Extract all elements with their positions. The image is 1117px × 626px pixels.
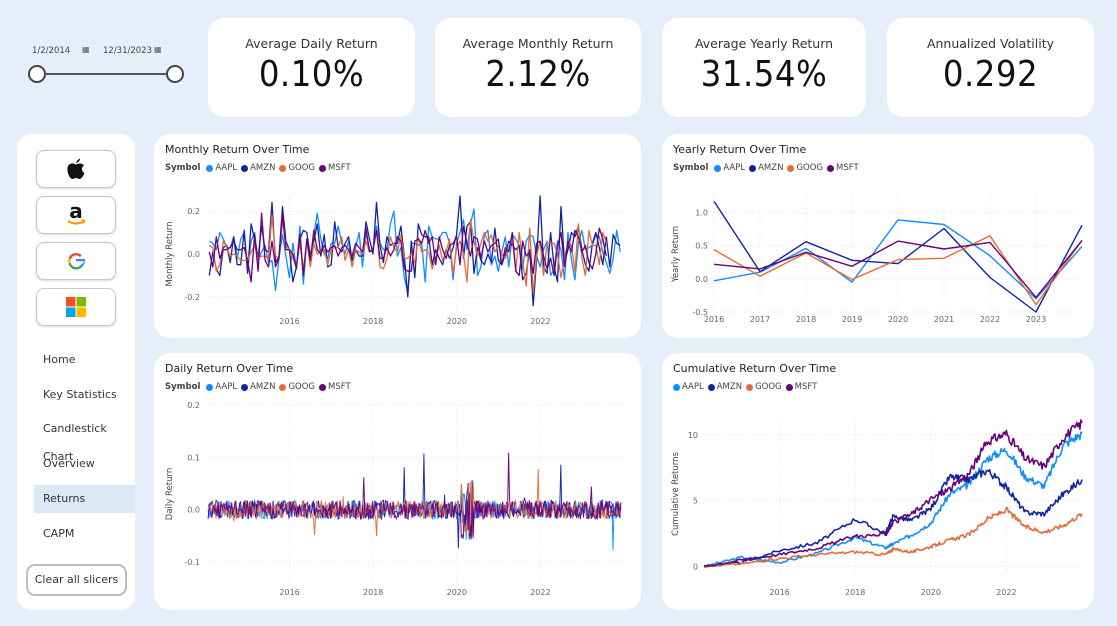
x-tick-label: 2018 <box>796 315 816 324</box>
amazon-logo-icon: a <box>67 199 86 225</box>
x-tick-label: 2022 <box>996 588 1016 597</box>
x-tick-label: 2016 <box>704 315 724 324</box>
apple-logo-icon <box>67 158 85 179</box>
series-line-amzn <box>703 468 1083 568</box>
google-logo-icon <box>68 253 86 270</box>
daily-return-plot[interactable]: 0.20.10.0-0.12016 2018 2020 2022Daily Retur… <box>154 353 641 610</box>
y-tick-label: 0.2 <box>187 207 200 216</box>
microsoft-logo-icon <box>66 297 86 317</box>
nav-item-key-statistics[interactable]: Key Statistics <box>34 381 135 409</box>
kpi-value: 31.54% <box>700 54 828 95</box>
kpi-card-monthly-return: Average Monthly Return 2.12% <box>435 18 641 117</box>
y-tick-label: -0.2 <box>184 293 200 302</box>
x-tick-label: 2017 <box>750 315 770 324</box>
kpi-label: Average Yearly Return <box>694 36 834 51</box>
y-tick-label: 10 <box>688 431 698 440</box>
y-axis-label: Daily Return <box>165 468 175 520</box>
x-tick-label: 2022 <box>530 317 550 326</box>
y-tick-label: 0.2 <box>187 401 200 410</box>
y-tick-label: 0 <box>693 562 698 571</box>
x-tick-label: 2020 <box>888 315 908 324</box>
kpi-card-yearly-return: Average Yearly Return 31.54% <box>662 18 866 117</box>
x-tick-label: 2016 <box>279 588 299 597</box>
y-axis-label: Yearly Return <box>671 226 681 283</box>
svg-text:a: a <box>69 199 83 223</box>
kpi-value: 0.10% <box>258 54 365 95</box>
y-tick-label: -0.1 <box>184 558 200 567</box>
x-tick-label: 2016 <box>769 588 789 597</box>
calendar-icon[interactable]: ▦ <box>82 45 90 54</box>
kpi-label: Average Monthly Return <box>462 36 614 51</box>
x-tick-label: 2018 <box>845 588 865 597</box>
x-tick-label: 2022 <box>980 315 1000 324</box>
series-line-msft <box>207 452 622 540</box>
yearly-return-plot[interactable]: 1.00.50.0-0.52016 2017 2018 2019 2020 2021 202… <box>662 134 1094 338</box>
kpi-label: Average Daily Return <box>245 36 378 51</box>
kpi-value: 0.292 <box>942 54 1039 95</box>
date-slicer[interactable]: 1/2/2014 ▦ 12/31/2023 ▦ <box>20 40 190 90</box>
y-tick-label: 0.1 <box>187 453 200 462</box>
apple-stock-button[interactable] <box>36 150 116 188</box>
x-tick-label: 2016 <box>279 317 299 326</box>
slicer-start-handle[interactable] <box>28 65 46 83</box>
kpi-value: 2.12% <box>485 54 591 95</box>
nav-item-returns[interactable]: Returns <box>34 485 135 513</box>
google-stock-button[interactable] <box>36 242 116 280</box>
series-line-aapl <box>703 431 1083 568</box>
x-tick-label: 2019 <box>842 315 862 324</box>
daily-return-chart[interactable]: Daily Return Over Time Symbol AAPL AMZN … <box>154 353 641 610</box>
y-tick-label: 1.0 <box>695 209 708 218</box>
slicer-end-date[interactable]: 12/31/2023 <box>103 46 152 56</box>
y-axis-label: Cumulative Returns <box>671 452 681 536</box>
x-tick-label: 2018 <box>363 588 383 597</box>
x-tick-label: 2018 <box>363 317 383 326</box>
y-axis-label: Monthly Return <box>165 222 175 287</box>
microsoft-stock-button[interactable] <box>36 288 116 326</box>
y-tick-label: 0.0 <box>187 250 200 259</box>
y-tick-label: 0.5 <box>695 242 708 251</box>
slicer-start-date[interactable]: 1/2/2014 <box>32 46 70 56</box>
monthly-return-plot[interactable]: 0.2 0.0 -0.2 2016 2018 2020 2022 Monthly Return <box>154 134 641 338</box>
nav-item-overview[interactable]: Overview <box>34 450 135 478</box>
series-line-aapl <box>207 489 622 551</box>
y-tick-label: 5 <box>693 497 698 506</box>
kpi-label: Annualized Volatility <box>926 36 1055 51</box>
slicer-track[interactable] <box>36 73 176 75</box>
x-tick-label: 2021 <box>934 315 954 324</box>
navigation-panel: a Home Key Statistics Candlestick Chart … <box>17 134 135 610</box>
nav-item-candlestick-chart[interactable]: Candlestick Chart <box>34 415 135 463</box>
cumulative-return-chart[interactable]: Cumulative Return Over Time AAPL AMZN GO… <box>662 353 1094 610</box>
y-tick-label: 0.0 <box>187 506 200 515</box>
cumulative-return-plot[interactable]: 10 5 0 2016 2018 2020 2022 Cumulative Returns <box>662 353 1094 610</box>
calendar-icon[interactable]: ▦ <box>154 45 162 54</box>
slicer-end-handle[interactable] <box>166 65 184 83</box>
nav-item-home[interactable]: Home <box>34 346 135 374</box>
kpi-card-volatility: Annualized Volatility 0.292 <box>887 18 1094 117</box>
x-tick-label: 2020 <box>447 588 467 597</box>
y-tick-label: 0.0 <box>695 275 708 284</box>
monthly-return-chart[interactable]: Monthly Return Over Time Symbol AAPL AMZ… <box>154 134 641 338</box>
x-tick-label: 2020 <box>921 588 941 597</box>
clear-all-slicers-button[interactable]: Clear all slicers <box>26 564 127 596</box>
x-tick-label: 2022 <box>530 588 550 597</box>
amazon-stock-button[interactable]: a <box>36 196 116 234</box>
x-tick-label: 2023 <box>1026 315 1046 324</box>
x-tick-label: 2020 <box>447 317 467 326</box>
nav-item-capm[interactable]: CAPM <box>34 520 135 548</box>
yearly-return-chart[interactable]: Yearly Return Over Time Symbol AAPL AMZN… <box>662 134 1094 338</box>
kpi-card-daily-return: Average Daily Return 0.10% <box>208 18 415 117</box>
